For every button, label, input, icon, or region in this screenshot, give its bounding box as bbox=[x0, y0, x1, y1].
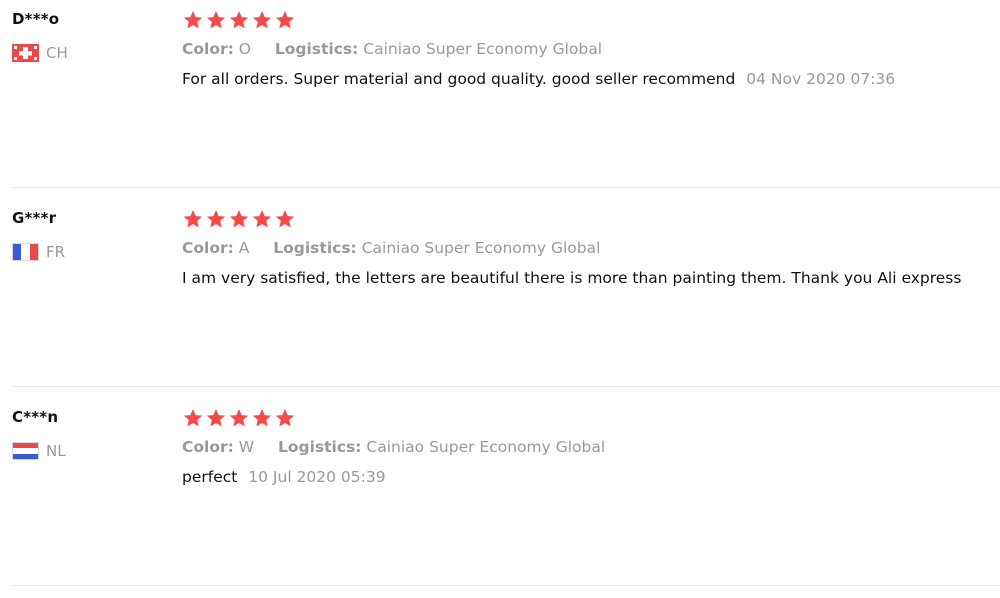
reviewer-name: C***n bbox=[12, 408, 59, 426]
star-icon bbox=[252, 11, 272, 29]
review-text: For all orders. Super material and good … bbox=[182, 70, 736, 88]
logistics-label: Logistics: bbox=[274, 40, 359, 58]
divider bbox=[12, 386, 1000, 387]
divider bbox=[12, 187, 1000, 188]
review-body: I am very satisfied, the letters are bea… bbox=[182, 269, 1000, 287]
star-icon bbox=[183, 409, 203, 427]
star-icon bbox=[275, 409, 295, 427]
logistics-label: Logistics: bbox=[273, 239, 357, 257]
star-icon bbox=[206, 409, 226, 427]
review-date: 04 Nov 2020 07:36 bbox=[746, 70, 896, 88]
review-date: 10 Jul 2020 05:39 bbox=[248, 468, 386, 486]
review-body: perfect 10 Jul 2020 05:39 bbox=[182, 468, 1000, 486]
color-label: Color: bbox=[182, 438, 234, 456]
star-rating bbox=[182, 8, 1000, 32]
logistics-value: Cainiao Super Economy Global bbox=[363, 40, 603, 58]
country-code: CH bbox=[46, 44, 68, 62]
color-value: W bbox=[238, 438, 255, 456]
divider bbox=[12, 585, 1000, 586]
review-item: C***n NL Color: W Logistics: Cainiao Sup… bbox=[0, 398, 1000, 598]
review-text: perfect bbox=[182, 468, 238, 486]
reviewer-name: D***o bbox=[12, 10, 60, 28]
star-rating bbox=[182, 406, 1000, 430]
reviewer-country: FR bbox=[12, 243, 65, 261]
star-icon bbox=[275, 11, 295, 29]
star-icon bbox=[206, 210, 226, 228]
review-content: Color: O Logistics: Cainiao Super Econom… bbox=[182, 8, 1000, 88]
logistics-value: Cainiao Super Economy Global bbox=[361, 239, 601, 257]
star-icon bbox=[229, 11, 249, 29]
reviewer-country: CH bbox=[12, 44, 68, 62]
color-label: Color: bbox=[182, 239, 234, 257]
star-icon bbox=[229, 409, 249, 427]
country-code: NL bbox=[46, 442, 66, 460]
review-meta: Color: W Logistics: Cainiao Super Econom… bbox=[182, 438, 1000, 456]
star-icon bbox=[252, 409, 272, 427]
color-value: A bbox=[238, 239, 250, 257]
review-body: For all orders. Super material and good … bbox=[182, 70, 1000, 88]
star-icon bbox=[252, 210, 272, 228]
color-value: O bbox=[238, 40, 251, 58]
color-label: Color: bbox=[182, 40, 234, 58]
review-meta: Color: A Logistics: Cainiao Super Econom… bbox=[182, 239, 1000, 257]
review-item: G***r FR Color: A Logistics: Cainiao Sup… bbox=[0, 199, 1000, 399]
logistics-label: Logistics: bbox=[277, 438, 362, 456]
star-icon bbox=[229, 210, 249, 228]
star-rating bbox=[182, 207, 1000, 231]
reviewer-country: NL bbox=[12, 442, 66, 460]
review-text: I am very satisfied, the letters are bea… bbox=[182, 269, 962, 287]
review-content: Color: W Logistics: Cainiao Super Econom… bbox=[182, 406, 1000, 486]
review-item: D***o CH Color: O Logistics: Cainiao Sup… bbox=[0, 0, 1000, 200]
france-flag-icon bbox=[12, 243, 39, 261]
netherlands-flag-icon bbox=[12, 442, 39, 460]
reviewer-name: G***r bbox=[12, 209, 57, 227]
star-icon bbox=[183, 210, 203, 228]
country-code: FR bbox=[46, 243, 66, 261]
logistics-value: Cainiao Super Economy Global bbox=[366, 438, 606, 456]
star-icon bbox=[183, 11, 203, 29]
switzerland-flag-icon bbox=[12, 44, 39, 62]
star-icon bbox=[275, 210, 295, 228]
review-meta: Color: O Logistics: Cainiao Super Econom… bbox=[182, 40, 1000, 58]
review-content: Color: A Logistics: Cainiao Super Econom… bbox=[182, 207, 1000, 287]
star-icon bbox=[206, 11, 226, 29]
